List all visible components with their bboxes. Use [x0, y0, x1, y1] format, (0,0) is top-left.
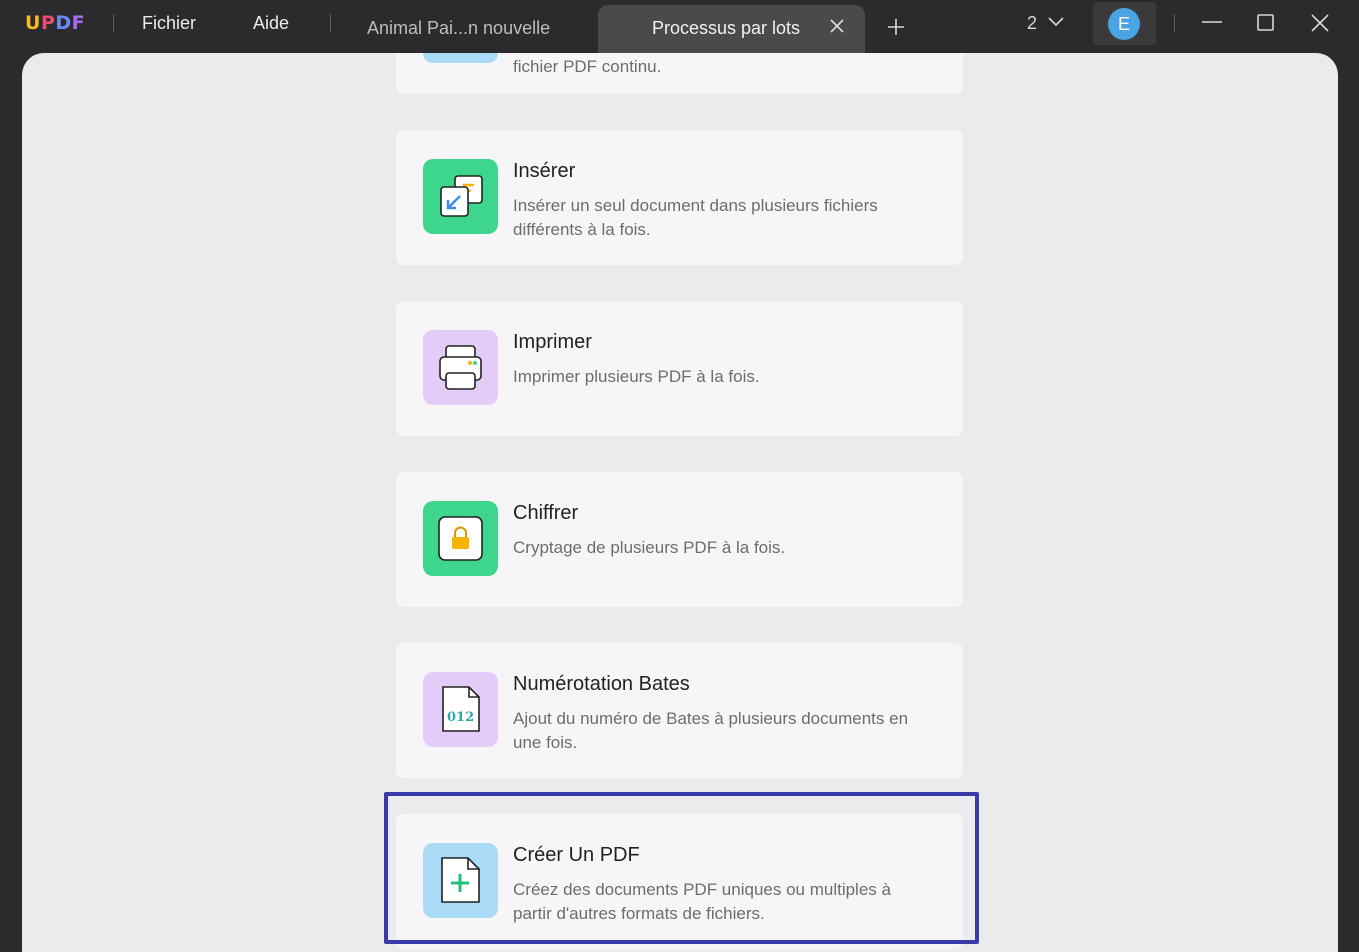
menu-help[interactable]: Aide [253, 13, 289, 34]
card-desc: Cryptage de plusieurs PDF à la fois. [513, 538, 786, 557]
close-icon[interactable] [829, 18, 845, 34]
insert-icon [423, 159, 498, 234]
bates-numbering-icon: 012 [423, 672, 498, 747]
combine-icon [423, 53, 498, 63]
divider [1174, 14, 1175, 32]
lock-icon [423, 501, 498, 576]
card-combine[interactable]: fichier PDF continu. [396, 53, 963, 94]
batch-process-panel: fichier PDF continu. Insérer Insérer un … [22, 53, 1338, 952]
card-title: Numérotation Bates [513, 673, 690, 695]
tab-document[interactable]: Animal Pai...n nouvelle [367, 18, 550, 39]
title-bar: UPDF Fichier Aide Animal Pai...n nouvell… [0, 0, 1359, 53]
updf-logo[interactable]: UPDF [25, 12, 85, 34]
bates-icon-text: 012 [447, 710, 475, 725]
card-bates[interactable]: 012 Numérotation Bates Ajout du numéro d… [396, 643, 963, 778]
card-desc: Ajout du numéro de Bates à plusieurs doc… [513, 709, 909, 752]
card-title: Insérer [513, 160, 576, 182]
tab-batch-process[interactable]: Processus par lots [598, 5, 865, 53]
chevron-down-icon[interactable] [1047, 15, 1065, 29]
card-insert[interactable]: Insérer Insérer un seul document dans pl… [396, 130, 963, 265]
card-encrypt[interactable]: Chiffrer Cryptage de plusieurs PDF à la … [396, 472, 963, 607]
close-window-icon[interactable] [1309, 13, 1331, 33]
card-title: Chiffrer [513, 502, 579, 524]
card-title: Imprimer [513, 331, 592, 353]
card-desc: fichier PDF continu. [513, 57, 662, 76]
printer-icon [423, 330, 498, 405]
highlight-box [384, 792, 979, 944]
menu-file[interactable]: Fichier [142, 13, 196, 34]
card-desc: Imprimer plusieurs PDF à la fois. [513, 367, 760, 386]
add-tab-icon[interactable] [886, 17, 906, 37]
card-print[interactable]: Imprimer Imprimer plusieurs PDF à la foi… [396, 301, 963, 436]
tab-label: Processus par lots [652, 18, 801, 38]
divider [113, 14, 114, 32]
account-button[interactable]: E [1093, 2, 1156, 45]
maximize-icon[interactable] [1255, 13, 1277, 33]
divider [330, 14, 331, 32]
card-desc: Insérer un seul document dans plusieurs … [513, 196, 878, 239]
avatar: E [1108, 8, 1140, 40]
open-files-count[interactable]: 2 [1027, 13, 1037, 34]
minimize-icon[interactable] [1201, 13, 1223, 33]
